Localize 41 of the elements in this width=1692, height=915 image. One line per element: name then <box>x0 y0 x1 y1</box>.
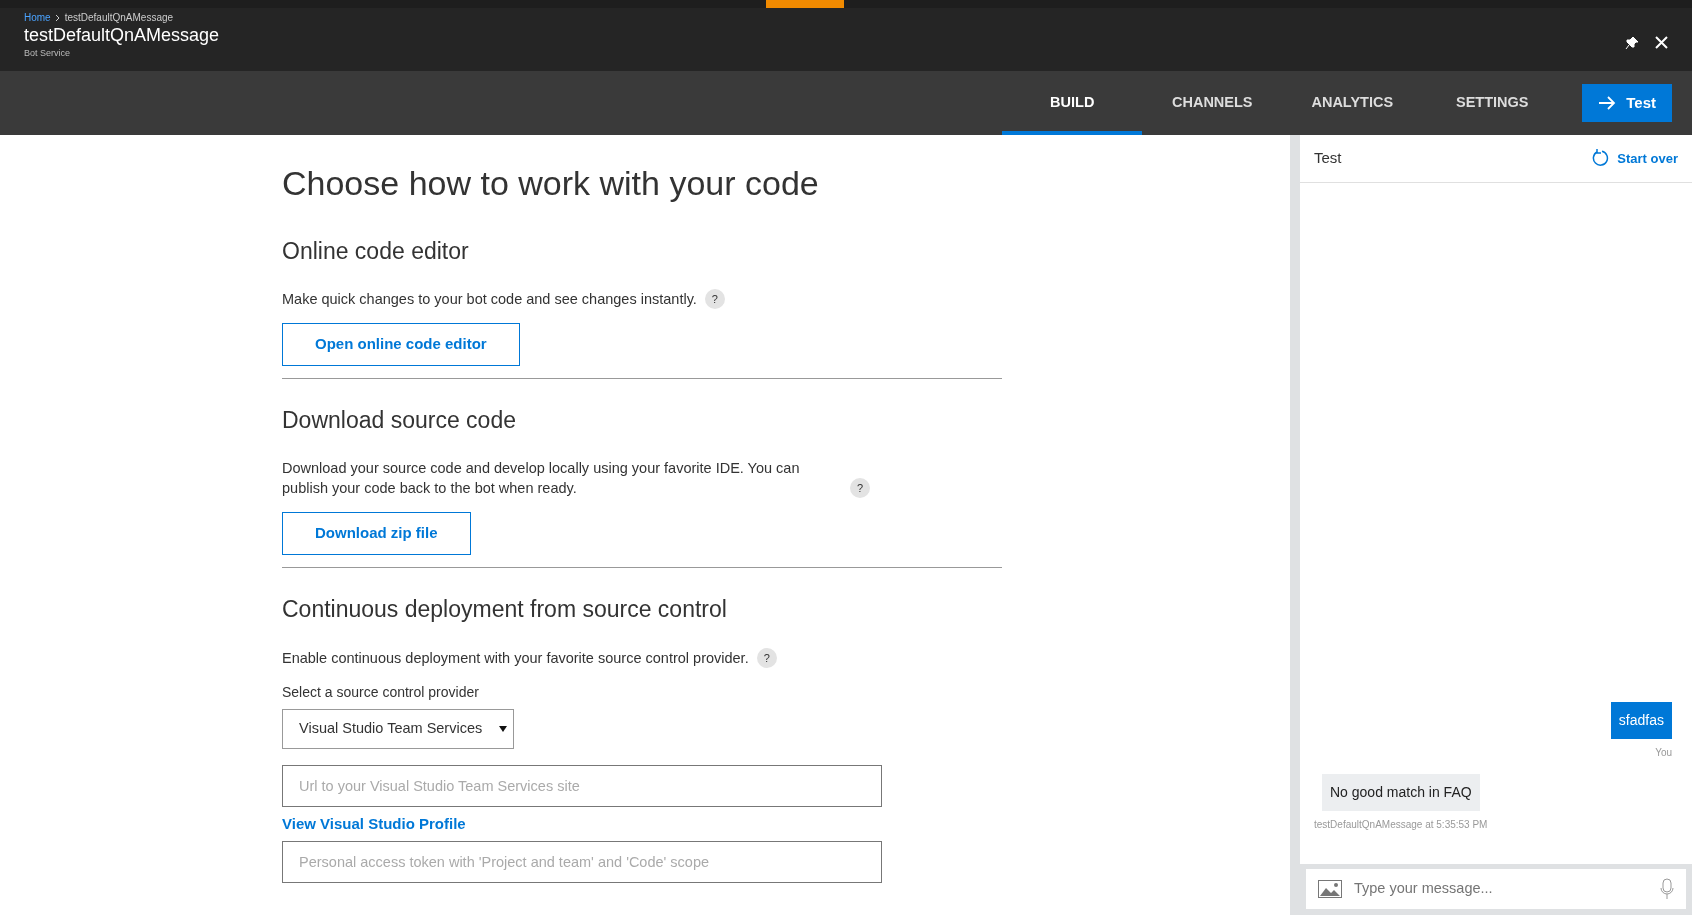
test-button[interactable]: Test <box>1582 84 1672 122</box>
image-icon[interactable] <box>1318 880 1342 898</box>
profile-link[interactable]: View Visual Studio Profile <box>282 812 466 836</box>
close-icon[interactable] <box>1655 36 1668 50</box>
breadcrumb-current: testDefaultQnAMessage <box>64 12 174 23</box>
blade-title: testDefaultQnAMessage <box>24 25 220 47</box>
microphone-icon[interactable] <box>1660 878 1674 900</box>
pin-icon[interactable] <box>1625 35 1639 50</box>
select-label: Select a source control provider <box>282 682 480 702</box>
help-icon[interactable]: ? <box>756 647 777 668</box>
help-icon[interactable]: ? <box>704 289 725 310</box>
url-field[interactable]: Url to your Visual Studio Team Services site <box>282 764 882 807</box>
breadcrumb-link[interactable]: Home <box>24 12 51 23</box>
section-title: Download source code <box>282 406 517 435</box>
tab[interactable]: CHANNELS <box>1142 71 1283 135</box>
arrow-icon <box>1598 96 1617 110</box>
description: Enable continuous deployment with your favorite source control provider. <box>282 648 749 668</box>
caret-icon <box>499 725 507 732</box>
blade-subtitle: Bot Service <box>24 46 72 60</box>
tab[interactable]: BUILD <box>1002 71 1143 135</box>
outline-button[interactable]: Download zip file <box>282 512 471 555</box>
provider-dropdown[interactable]: Visual Studio Team Services <box>282 708 514 749</box>
tab[interactable]: ANALYTICS <box>1282 71 1423 135</box>
tab[interactable]: SETTINGS <box>1422 71 1563 135</box>
page-title: Choose how to work with your code <box>282 163 820 204</box>
refresh-icon <box>1591 149 1610 168</box>
user-message: sfadfas <box>1610 702 1672 739</box>
chat-title: Test <box>1314 148 1342 168</box>
description: Make quick changes to your bot code and see changes instantly. <box>282 290 697 310</box>
section-title: Continuous deployment from source control <box>282 596 728 624</box>
message-meta: testDefaultQnAMessage at 5:35:53 PM <box>1314 818 1488 832</box>
message-meta: You <box>1655 746 1672 760</box>
message-input-bar[interactable]: Type your message... <box>1306 869 1686 909</box>
start-over-link[interactable]: Start over <box>1591 148 1678 168</box>
bot-message: No good match in FAQ <box>1322 774 1480 811</box>
description: Download your source code and develop locally using your favorite IDE. You can publish your code back to the bot when ready. <box>282 459 801 499</box>
help-icon[interactable]: ? <box>850 478 870 499</box>
outline-button[interactable]: Open online code editor <box>282 323 520 366</box>
breadcrumb-separator-icon <box>54 12 61 23</box>
section-title: Online code editor <box>282 237 470 266</box>
token-field[interactable]: Personal access token with 'Project and team' and 'Code' scope <box>282 841 882 884</box>
